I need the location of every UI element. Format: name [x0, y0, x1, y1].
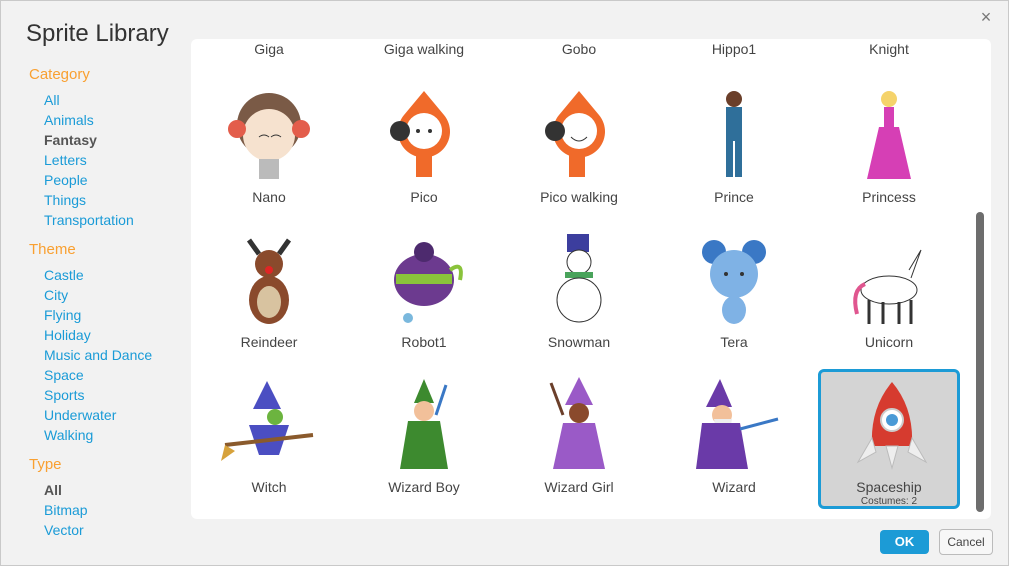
sprite-tile[interactable]: Wizard Girl — [508, 369, 650, 509]
sprite-tile[interactable]: Tera — [663, 224, 805, 364]
sprite-tile[interactable]: Unicorn — [818, 224, 960, 364]
sprite-tile[interactable]: Reindeer — [198, 224, 340, 364]
wizard-icon — [684, 375, 784, 475]
category-group: Category All Animals Fantasy Letters People T… — [29, 65, 189, 230]
sprite-name: Princess — [862, 189, 916, 205]
theme-group: Theme Castle City Flying Holiday Music and D… — [29, 240, 189, 445]
category-item-transportation[interactable]: Transportation — [44, 210, 189, 230]
sprite-name: Wizard Boy — [388, 479, 460, 495]
sprite-tile[interactable]: Snowman — [508, 224, 650, 364]
wizard-girl-icon — [529, 375, 629, 475]
pico-walking-icon — [529, 85, 629, 185]
sprite-tile-partial[interactable]: Gobo — [508, 41, 650, 59]
sprite-tile[interactable]: Spaceship Costumes: 2 — [818, 369, 960, 509]
scrollbar[interactable] — [976, 47, 984, 513]
sprite-tile[interactable]: Nano — [198, 79, 340, 219]
type-item-bitmap[interactable]: Bitmap — [44, 500, 189, 520]
prince-icon — [684, 85, 784, 185]
robot-icon — [374, 230, 474, 330]
category-title: Category — [29, 66, 90, 83]
costume-count: Costumes: 2 — [860, 496, 918, 507]
sprite-name: Tera — [720, 334, 748, 350]
close-icon[interactable]: × — [976, 7, 996, 27]
snowman-icon — [529, 230, 629, 330]
sprite-name: Pico walking — [540, 189, 618, 205]
sprite-name: Gobo — [561, 41, 597, 57]
dialog-title: Sprite Library — [26, 20, 169, 47]
princess-icon — [839, 85, 939, 185]
theme-item-holiday[interactable]: Holiday — [44, 325, 189, 345]
sprite-name: Prince — [714, 189, 754, 205]
sprite-tile[interactable]: Princess — [818, 79, 960, 219]
ok-button[interactable]: OK — [880, 530, 929, 554]
unicorn-icon — [839, 230, 939, 330]
theme-item-sports[interactable]: Sports — [44, 385, 189, 405]
sprite-name: Snowman — [547, 334, 611, 350]
tera-icon — [684, 230, 784, 330]
sprite-name: Spaceship — [856, 479, 922, 495]
sprite-name: Hippo1 — [711, 41, 757, 57]
type-item-all[interactable]: All — [44, 480, 189, 500]
type-group: Type All Bitmap Vector — [29, 455, 189, 540]
sprite-name: Knight — [869, 41, 909, 57]
sprite-grid-panel[interactable]: Giga Giga walking Gobo Hippo1 Knight Nano Pico… — [191, 39, 991, 519]
sprite-tile[interactable]: Pico walking — [508, 79, 650, 219]
sprite-name: Pico — [410, 189, 438, 205]
sprite-tile[interactable]: Wizard — [663, 369, 805, 509]
wizard-boy-icon — [374, 375, 474, 475]
sprite-tile[interactable]: Pico — [353, 79, 495, 219]
sprite-name: Wizard — [712, 479, 756, 495]
nano-icon — [219, 85, 319, 185]
sprite-name: Nano — [252, 189, 286, 205]
spaceship-icon — [842, 378, 942, 478]
pico-icon — [374, 85, 474, 185]
filter-sidebar: Category All Animals Fantasy Letters People T… — [29, 65, 189, 550]
theme-title: Theme — [29, 241, 76, 258]
category-item-all[interactable]: All — [44, 90, 189, 110]
witch-icon — [219, 375, 319, 475]
theme-item-city[interactable]: City — [44, 285, 189, 305]
sprite-tile[interactable]: Prince — [663, 79, 805, 219]
theme-item-space[interactable]: Space — [44, 365, 189, 385]
sprite-tile-partial[interactable]: Giga — [198, 41, 340, 59]
type-item-vector[interactable]: Vector — [44, 520, 189, 540]
reindeer-icon — [219, 230, 319, 330]
sprite-name: Witch — [251, 479, 287, 495]
scrollbar-thumb[interactable] — [976, 212, 984, 512]
sprite-tile[interactable]: Witch — [198, 369, 340, 509]
category-item-things[interactable]: Things — [44, 190, 189, 210]
sprite-tile-partial[interactable]: Hippo1 — [663, 41, 805, 59]
sprite-name: Robot1 — [401, 334, 447, 350]
sprite-tile-partial[interactable]: Giga walking — [353, 41, 495, 59]
sprite-tile[interactable]: Robot1 — [353, 224, 495, 364]
cancel-button[interactable]: Cancel — [939, 529, 993, 555]
category-item-animals[interactable]: Animals — [44, 110, 189, 130]
sprite-library-dialog: Sprite Library × Category All Animals Fant… — [0, 0, 1009, 566]
type-title: Type — [29, 456, 62, 473]
sprite-tile[interactable]: Wizard Boy — [353, 369, 495, 509]
sprite-tile-partial[interactable]: Knight — [818, 41, 960, 59]
sprite-name: Giga — [254, 41, 284, 57]
category-item-fantasy[interactable]: Fantasy — [44, 130, 189, 150]
sprite-name: Wizard Girl — [544, 479, 614, 495]
sprite-name: Reindeer — [240, 334, 298, 350]
sprite-name: Unicorn — [864, 334, 914, 350]
theme-item-music-and-dance[interactable]: Music and Dance — [44, 345, 189, 365]
category-item-letters[interactable]: Letters — [44, 150, 189, 170]
theme-item-flying[interactable]: Flying — [44, 305, 189, 325]
sprite-name: Giga walking — [383, 41, 465, 57]
theme-item-walking[interactable]: Walking — [44, 425, 189, 445]
theme-item-underwater[interactable]: Underwater — [44, 405, 189, 425]
category-item-people[interactable]: People — [44, 170, 189, 190]
theme-item-castle[interactable]: Castle — [44, 265, 189, 285]
